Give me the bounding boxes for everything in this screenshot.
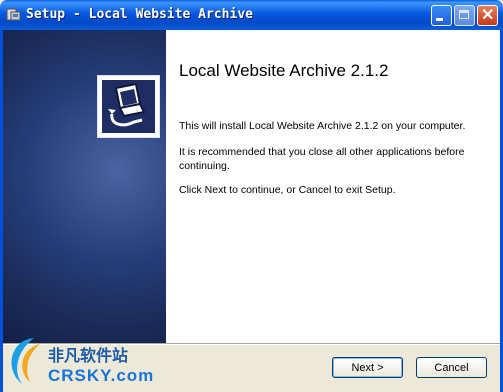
next-button-label: Next >	[351, 361, 384, 374]
maximize-icon	[459, 10, 469, 19]
watermark-site-text: CRSKY.com	[48, 366, 155, 385]
next-instructions-text: Click Next to continue, or Cancel to exi…	[179, 184, 396, 196]
minimize-icon	[436, 18, 443, 21]
wizard-side-image	[3, 30, 166, 343]
maximize-button	[454, 5, 475, 26]
next-button[interactable]: Next >	[332, 357, 403, 378]
welcome-heading: Local Website Archive 2.1.2	[179, 61, 389, 80]
window-title: Setup - Local Website Archive	[26, 7, 253, 22]
close-apps-text: It is recommended that you close all oth…	[179, 146, 465, 172]
cancel-button[interactable]: Cancel	[416, 357, 487, 378]
setup-window: Setup - Local Website Archive ✕ Local We…	[0, 0, 503, 392]
minimize-button[interactable]	[431, 5, 452, 26]
installer-logo	[97, 75, 160, 138]
cancel-button-label: Cancel	[434, 361, 469, 374]
watermark-cn-text: 非凡软件站	[48, 348, 129, 365]
welcome-content: Local Website Archive 2.1.2 This will in…	[166, 30, 500, 343]
crsky-swirl-logo	[11, 338, 40, 384]
crsky-watermark: 非凡软件站 CRSKY.com	[0, 330, 160, 392]
close-icon: ✕	[481, 7, 495, 24]
setup-app-icon	[6, 8, 21, 21]
computer-box-icon	[102, 80, 155, 133]
install-info-text: This will install Local Website Archive …	[179, 120, 466, 132]
close-button[interactable]: ✕	[477, 5, 498, 26]
title-bar[interactable]: Setup - Local Website Archive ✕	[0, 0, 503, 30]
